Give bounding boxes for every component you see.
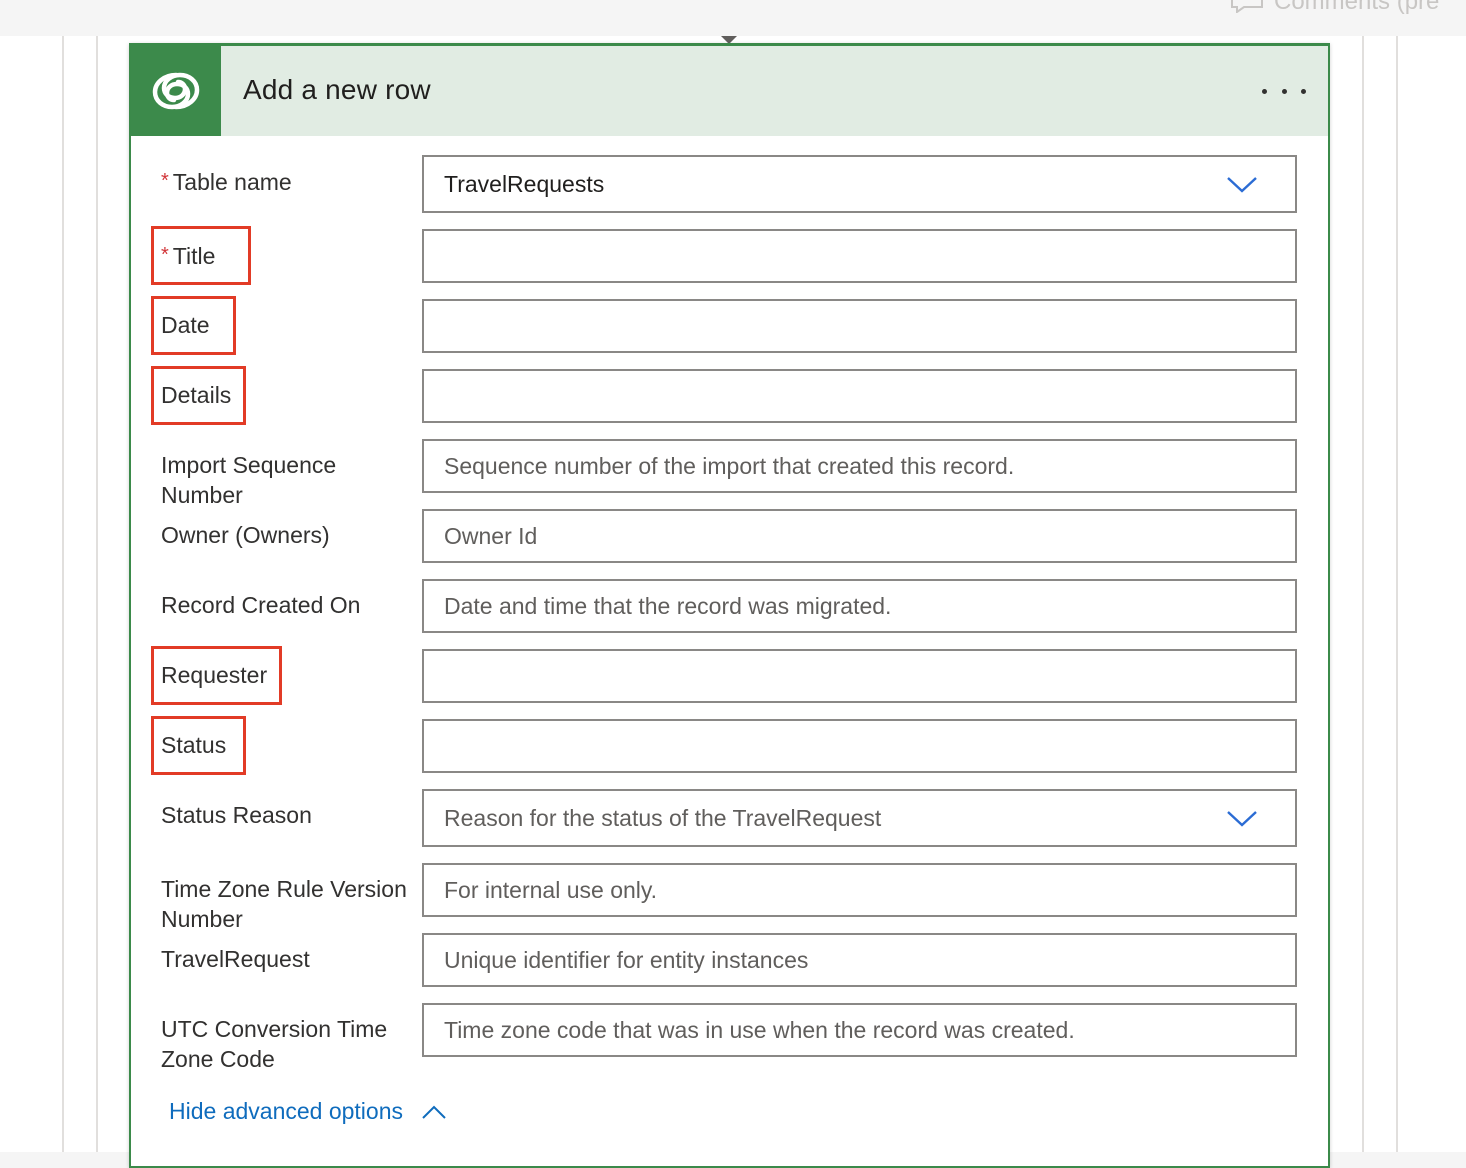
time-zone-rule-version-number-placeholder: For internal use only.: [444, 876, 658, 903]
status-reason-dropdown[interactable]: Reason for the status of the TravelReque…: [422, 789, 1297, 847]
table-name-value: TravelRequests: [444, 170, 605, 197]
top-bar: Comments (pre: [0, 0, 1466, 36]
owner-owners-placeholder: Owner Id: [444, 522, 538, 549]
travelrequest-label-text: TravelRequest: [161, 946, 310, 972]
record-created-on-placeholder: Date and time that the record was migrat…: [444, 592, 892, 619]
card-title: Add a new row: [243, 74, 431, 105]
requester-input[interactable]: [422, 649, 1297, 703]
action-card: Add a new row * Table name TravelRequests *…: [129, 43, 1330, 1168]
table-name-label-text: Table name: [172, 169, 292, 195]
utc-conversion-time-zone-code-input[interactable]: Time zone code that was in use when the …: [422, 1003, 1297, 1057]
time-zone-rule-version-number-label: Time Zone Rule Version Number: [161, 874, 421, 934]
utc-conversion-time-zone-code-label-text: UTC Conversion Time Zone Code: [161, 1016, 388, 1072]
canvas-guide-line: [1362, 36, 1364, 1152]
record-created-on-label-text: Record Created On: [161, 592, 361, 618]
time-zone-rule-version-number-label-text: Time Zone Rule Version Number: [161, 876, 407, 932]
status-reason-placeholder: Reason for the status of the TravelReque…: [444, 804, 882, 831]
owner-owners-input[interactable]: Owner Id: [422, 509, 1297, 563]
canvas-guide-line: [96, 36, 98, 1152]
comments-button[interactable]: Comments (pre: [1230, 0, 1466, 16]
status-input[interactable]: [422, 719, 1297, 773]
record-created-on-label: Record Created On: [161, 590, 360, 620]
chevron-down-icon[interactable]: [1225, 807, 1259, 829]
travelrequest-placeholder: Unique identifier for entity instances: [444, 946, 809, 973]
owner-owners-label-text: Owner (Owners): [161, 522, 330, 548]
owner-owners-label: Owner (Owners): [161, 520, 330, 550]
more-options-icon[interactable]: [1262, 76, 1306, 106]
import-sequence-number-label-text: Import Sequence Number: [161, 452, 337, 508]
card-header[interactable]: Add a new row: [131, 46, 1328, 136]
table-name-dropdown[interactable]: TravelRequests: [422, 155, 1297, 213]
travelrequest-label: TravelRequest: [161, 944, 310, 974]
utc-conversion-time-zone-code-placeholder: Time zone code that was in use when the …: [444, 1016, 1075, 1043]
status-reason-label-text: Status Reason: [161, 802, 312, 828]
canvas-guide-line: [62, 36, 64, 1152]
date-input[interactable]: [422, 299, 1297, 353]
utc-conversion-time-zone-code-label: UTC Conversion Time Zone Code: [161, 1014, 401, 1074]
comments-label: Comments (pre: [1274, 0, 1440, 15]
details-input[interactable]: [422, 369, 1297, 423]
chevron-down-icon[interactable]: [1225, 173, 1259, 195]
required-asterisk: *: [161, 170, 169, 192]
import-sequence-number-placeholder: Sequence number of the import that creat…: [444, 452, 1015, 479]
import-sequence-number-label: Import Sequence Number: [161, 450, 381, 510]
table-name-label: * Table name: [161, 166, 292, 197]
highlight-box: [151, 716, 246, 775]
comment-icon: [1231, 0, 1263, 13]
travelrequest-input[interactable]: Unique identifier for entity instances: [422, 933, 1297, 987]
chevron-up-icon: [422, 1105, 446, 1119]
highlight-box: [151, 646, 282, 705]
record-created-on-input[interactable]: Date and time that the record was migrat…: [422, 579, 1297, 633]
time-zone-rule-version-number-input[interactable]: For internal use only.: [422, 863, 1297, 917]
highlight-box: [151, 226, 251, 285]
highlight-box: [151, 366, 246, 425]
hide-advanced-options-label: Hide advanced options: [169, 1098, 403, 1124]
canvas-guide-line: [1396, 36, 1398, 1152]
import-sequence-number-input[interactable]: Sequence number of the import that creat…: [422, 439, 1297, 493]
title-input[interactable]: [422, 229, 1297, 283]
hide-advanced-options-link[interactable]: Hide advanced options: [169, 1098, 447, 1125]
status-reason-label: Status Reason: [161, 800, 312, 830]
dataverse-logo-icon: [131, 46, 221, 136]
highlight-box: [151, 296, 236, 355]
